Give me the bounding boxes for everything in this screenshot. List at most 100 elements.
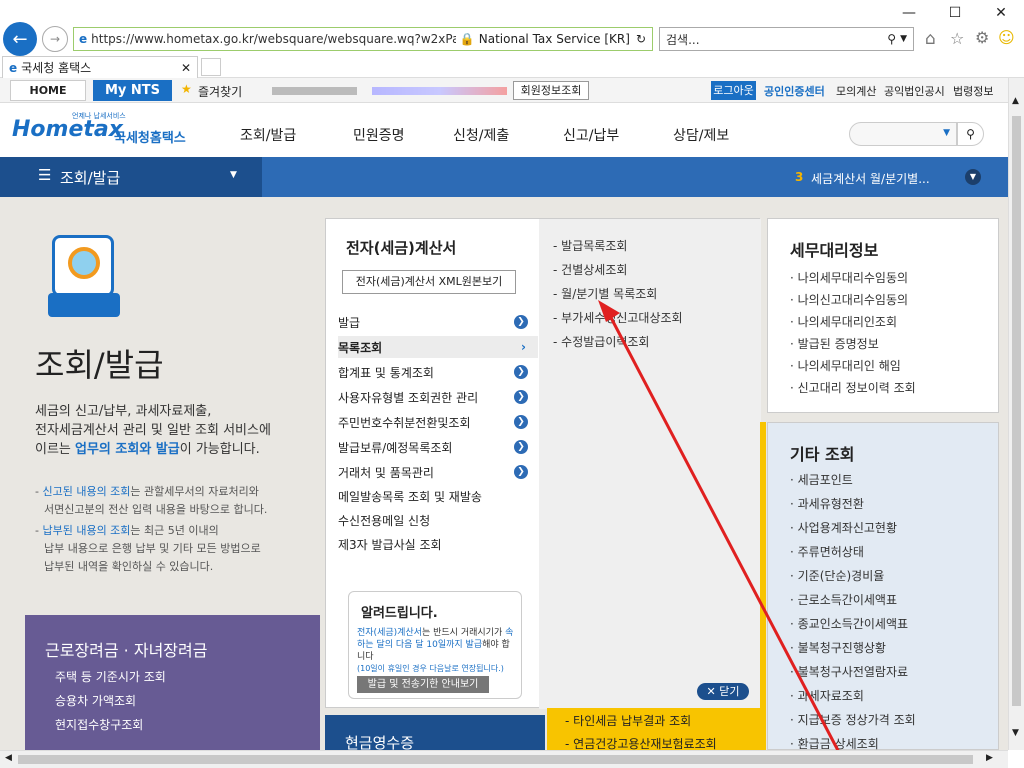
back-button[interactable]: ← bbox=[3, 22, 37, 56]
agent-item-4[interactable]: · 발급된 증명정보 bbox=[790, 335, 879, 352]
gnb-consult[interactable]: 상담/제보 bbox=[673, 125, 729, 145]
top-link-simulator[interactable]: 모의계산 bbox=[836, 83, 876, 99]
xml-view-button[interactable]: 전자(세금)계산서 XML원본보기 bbox=[342, 270, 516, 294]
intro-note-2: - 납부된 내용의 조회는 최근 5년 이내의 납부 내용으로 은행 납부 및 … bbox=[35, 522, 261, 576]
chevron-down-icon: ▼ bbox=[969, 172, 977, 181]
scroll-up-icon[interactable]: ▲ bbox=[1012, 96, 1019, 106]
site-search-button[interactable]: ⚲ bbox=[957, 122, 984, 146]
horizontal-scrollbar[interactable]: ◀ ▶ bbox=[0, 750, 1008, 768]
vertical-scrollbar[interactable]: ▲ ▼ bbox=[1008, 78, 1024, 750]
etc-item-11[interactable]: · 지급보증 정상가격 조회 bbox=[790, 711, 916, 728]
scroll-down-icon[interactable]: ▼ bbox=[1012, 728, 1019, 738]
menu-list-inquiry[interactable]: 목록조회 › bbox=[338, 336, 538, 358]
agent-item-5[interactable]: · 나의세무대리인 해임 bbox=[790, 357, 901, 374]
yellow-item-1-label: 타인세금 납부결과 조회 bbox=[573, 714, 692, 728]
mega-submenu: - 발급목록조회 - 건별상세조회 - 월/분기별 목록조회 - 부가세수정신고… bbox=[539, 219, 761, 709]
agent-item-6[interactable]: · 신고대리 정보이력 조회 bbox=[790, 379, 916, 396]
eitc-title[interactable]: 근로장려금 · 자녀장려금 bbox=[45, 637, 207, 661]
menu-mail[interactable]: 메일발송목록 조회 및 재발송 bbox=[338, 485, 538, 507]
home-link[interactable]: HOME bbox=[10, 80, 86, 101]
gnb-report[interactable]: 신고/납부 bbox=[563, 125, 619, 145]
yellow-item-1[interactable]: - 타인세금 납부결과 조회 bbox=[565, 712, 691, 729]
current-menu-dropdown[interactable]: ☰ 조회/발급 ▼ bbox=[0, 157, 262, 197]
intro-desc-3-em: 업무의 조회와 발급 bbox=[75, 442, 180, 457]
member-search-button[interactable]: 회원정보조회 bbox=[513, 81, 589, 100]
browser-search-box[interactable]: 검색... ⚲ ▼ bbox=[659, 27, 914, 51]
menu-issue[interactable]: 발급 ❯ bbox=[338, 311, 538, 333]
etc-item-5[interactable]: · 기준(단순)경비율 bbox=[790, 567, 884, 584]
submenu-amend-history[interactable]: - 수정발급이력조회 bbox=[553, 333, 649, 350]
browser-search-input[interactable]: 검색... bbox=[660, 31, 887, 48]
etc-item-2[interactable]: · 과세유형전환 bbox=[790, 495, 864, 512]
scroll-thumb[interactable] bbox=[1012, 116, 1021, 706]
forward-button[interactable]: → bbox=[42, 26, 68, 52]
navigation-bar: ← → e https://www.hometax.go.kr/websquar… bbox=[0, 22, 1024, 56]
chevron-right-icon: ❯ bbox=[514, 465, 528, 479]
url-text[interactable]: https://www.hometax.go.kr/websquare/webs… bbox=[91, 32, 456, 46]
etc-item-9[interactable]: · 불복청구사전열람자료 bbox=[790, 663, 908, 680]
menu-resident[interactable]: 주민번호수취분전환및조회 ❯ bbox=[338, 411, 538, 433]
notice-expand-button[interactable]: ▼ bbox=[965, 169, 981, 185]
etc-item-8[interactable]: · 불복청구진행상황 bbox=[790, 639, 886, 656]
scroll-left-icon[interactable]: ◀ bbox=[5, 753, 12, 763]
agent-item-3[interactable]: · 나의세무대리인조회 bbox=[790, 313, 897, 330]
new-tab-button[interactable] bbox=[201, 58, 221, 76]
scroll-right-icon[interactable]: ▶ bbox=[986, 753, 993, 763]
gnb-inquiry[interactable]: 조회/발급 bbox=[240, 125, 296, 145]
logout-button[interactable]: 로그아웃 bbox=[711, 81, 756, 100]
note-1-rest: 는 관할세무서의 자료처리와 bbox=[130, 485, 259, 498]
search-icon[interactable]: ⚲ bbox=[887, 32, 896, 46]
notice-guide-button[interactable]: 발급 및 전송기한 안내보기 bbox=[357, 676, 489, 693]
refresh-icon[interactable]: ↻ bbox=[636, 32, 646, 46]
etc-item-4[interactable]: · 주류면허상태 bbox=[790, 543, 864, 560]
menu-summary[interactable]: 합계표 및 통계조회 ❯ bbox=[338, 361, 538, 383]
star-icon[interactable]: ☆ bbox=[950, 29, 964, 48]
submenu-monthly[interactable]: - 월/분기별 목록조회 bbox=[553, 285, 657, 302]
etc-item-1[interactable]: · 세금포인트 bbox=[790, 471, 853, 488]
etc-item-7-label: 종교인소득간이세액표 bbox=[797, 617, 909, 631]
submenu-vat-amend[interactable]: - 부가세수정신고대상조회 bbox=[553, 309, 683, 326]
tab-title: 국세청 홈택스 bbox=[21, 61, 92, 75]
home-icon[interactable]: ⌂ bbox=[925, 29, 936, 49]
etc-item-7[interactable]: · 종교인소득간이세액표 bbox=[790, 615, 908, 632]
menu-permission[interactable]: 사용자유형별 조회권한 관리 ❯ bbox=[338, 386, 538, 408]
hometax-logo[interactable]: 언제나 납세서비스 Hometax 국세청홈택스 bbox=[12, 109, 192, 153]
menu-pending[interactable]: 발급보류/예정목록조회 ❯ bbox=[338, 436, 538, 458]
hscroll-thumb[interactable] bbox=[18, 755, 973, 764]
favorites-link[interactable]: 즐겨찾기 bbox=[198, 83, 242, 100]
close-menu-button[interactable]: ✕ 닫기 bbox=[697, 683, 749, 700]
menu-receive-mail[interactable]: 수신전용메일 신청 bbox=[338, 509, 538, 531]
chevron-down-icon[interactable]: ▼ bbox=[900, 34, 907, 44]
cert-label[interactable]: National Tax Service [KR] bbox=[479, 32, 630, 46]
agent-item-2[interactable]: · 나의신고대리수임동의 bbox=[790, 291, 908, 308]
top-link-public[interactable]: 공익법인공시 bbox=[884, 83, 945, 99]
chevron-down-icon[interactable]: ▼ bbox=[943, 128, 950, 138]
etc-item-3[interactable]: · 사업용계좌신고현황 bbox=[790, 519, 897, 536]
smiley-icon[interactable]: ☺ bbox=[998, 28, 1015, 47]
menu-partner[interactable]: 거래처 및 품목관리 ❯ bbox=[338, 461, 538, 483]
gnb-certificate[interactable]: 민원증명 bbox=[353, 125, 405, 145]
gear-icon[interactable]: ⚙ bbox=[975, 28, 989, 47]
etc-item-10[interactable]: · 과세자료조회 bbox=[790, 687, 864, 704]
notice-ticker[interactable]: 세금계산서 월/분기별... bbox=[811, 170, 930, 187]
cert-center-link[interactable]: 공인인증센터 bbox=[764, 83, 825, 99]
chevron-right-icon: ❯ bbox=[514, 365, 528, 379]
gnb-apply[interactable]: 신청/제출 bbox=[453, 125, 509, 145]
tab-hometax[interactable]: e 국세청 홈택스 ✕ bbox=[2, 56, 198, 78]
tab-strip: e 국세청 홈택스 ✕ bbox=[0, 56, 1024, 78]
site-search-input[interactable]: ▼ bbox=[849, 122, 957, 146]
eitc-item-3[interactable]: 현지접수창구조회 bbox=[55, 716, 143, 733]
submenu-issue-list[interactable]: - 발급목록조회 bbox=[553, 237, 627, 254]
eitc-item-2[interactable]: 승용차 가액조회 bbox=[55, 692, 136, 709]
agent-item-1[interactable]: · 나의세무대리수임동의 bbox=[790, 269, 908, 286]
notice-title: 알려드립니다. bbox=[361, 606, 438, 621]
close-menu-label: 닫기 bbox=[719, 685, 740, 698]
address-bar[interactable]: e https://www.hometax.go.kr/websquare/we… bbox=[73, 27, 653, 51]
close-tab-icon[interactable]: ✕ bbox=[181, 61, 191, 75]
eitc-item-1[interactable]: 주택 등 기준시가 조회 bbox=[55, 668, 166, 685]
top-link-law[interactable]: 법령정보 bbox=[953, 83, 993, 99]
etc-item-6[interactable]: · 근로소득간이세액표 bbox=[790, 591, 897, 608]
submenu-detail[interactable]: - 건별상세조회 bbox=[553, 261, 627, 278]
mynts-link[interactable]: My NTS bbox=[93, 80, 172, 101]
menu-third-party[interactable]: 제3자 발급사실 조회 bbox=[338, 533, 538, 555]
